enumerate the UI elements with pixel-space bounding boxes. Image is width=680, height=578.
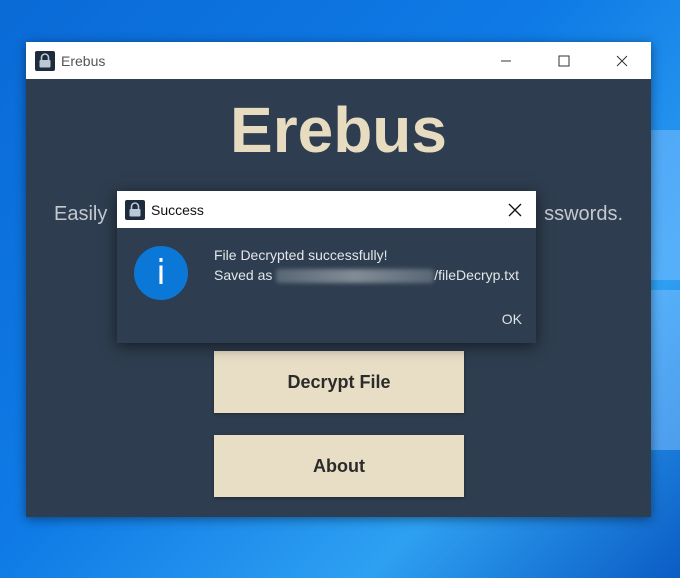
about-button[interactable]: About bbox=[214, 435, 464, 497]
maximize-button[interactable] bbox=[535, 42, 593, 79]
blurred-path bbox=[276, 269, 435, 284]
close-icon bbox=[508, 203, 522, 216]
dialog-close-button[interactable] bbox=[494, 191, 536, 228]
tagline-left: Easily bbox=[54, 203, 108, 225]
message-line-2: Saved as /fileDecryp.txt bbox=[214, 265, 519, 285]
lock-icon bbox=[125, 199, 145, 220]
message-line-1: File Decrypted successfully! bbox=[214, 247, 388, 263]
success-dialog: Success i File Decrypted successfully! S… bbox=[117, 191, 536, 343]
app-heading: Erebus bbox=[230, 94, 447, 166]
tagline-right: sswords. bbox=[544, 203, 623, 225]
dialog-title: Success bbox=[151, 201, 204, 218]
close-button[interactable] bbox=[593, 42, 651, 79]
ok-button[interactable]: OK bbox=[502, 311, 522, 327]
maximize-icon bbox=[558, 55, 570, 66]
decrypt-file-button[interactable]: Decrypt File bbox=[214, 351, 464, 413]
lock-icon bbox=[35, 50, 55, 71]
close-icon bbox=[616, 55, 628, 66]
info-icon: i bbox=[134, 246, 188, 300]
desktop-windows-logo bbox=[650, 130, 680, 460]
dialog-message: File Decrypted successfully! Saved as /f… bbox=[214, 245, 519, 285]
dialog-titlebar[interactable]: Success bbox=[117, 191, 536, 228]
file-name: /fileDecryp.txt bbox=[434, 267, 520, 283]
minimize-button[interactable] bbox=[477, 42, 535, 79]
minimize-icon bbox=[501, 60, 511, 61]
saved-as-label: Saved as bbox=[214, 267, 273, 283]
window-titlebar[interactable]: Erebus bbox=[26, 42, 651, 79]
window-title: Erebus bbox=[61, 52, 106, 69]
